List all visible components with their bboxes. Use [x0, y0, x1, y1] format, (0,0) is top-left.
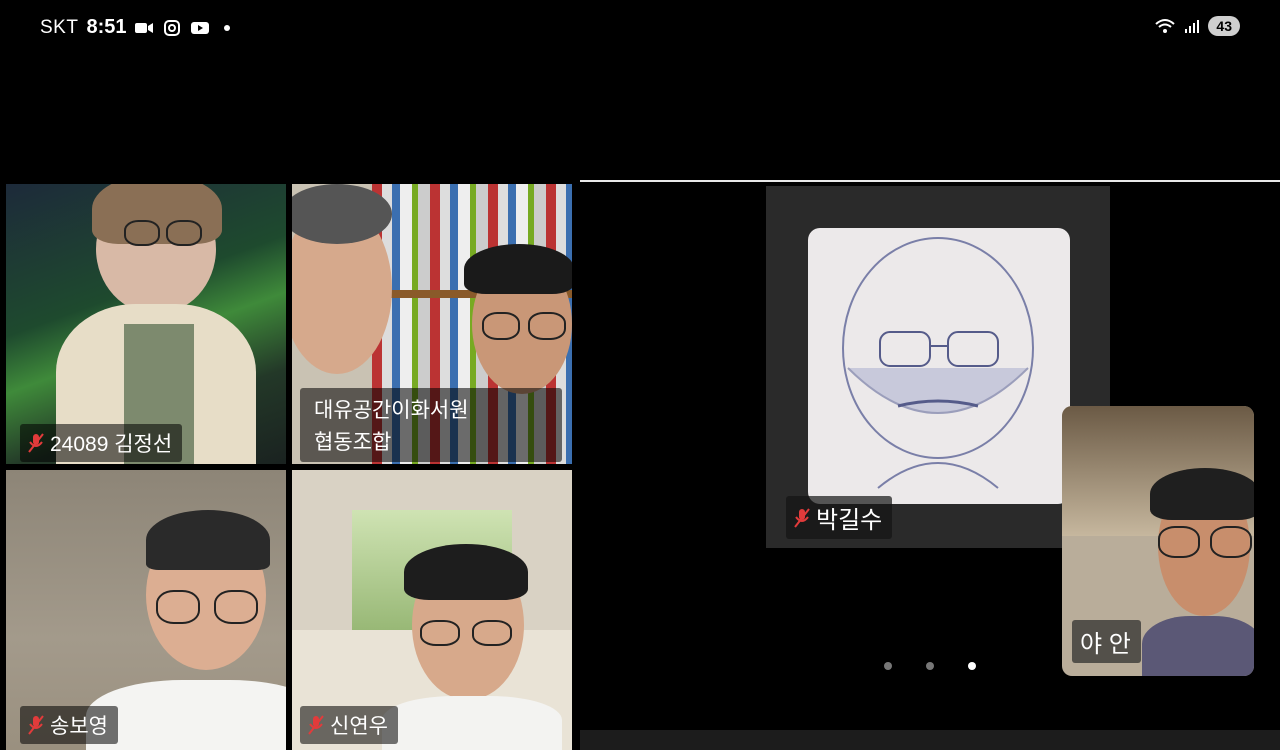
bottom-toolbar	[580, 730, 1280, 750]
participant-name: 송보영	[50, 715, 108, 738]
page-dot[interactable]	[884, 662, 892, 670]
battery-indicator: 43	[1208, 16, 1240, 36]
participant-tile[interactable]: 24089 김정선	[6, 184, 286, 464]
participant-name-tag: 송보영	[20, 706, 118, 744]
wifi-icon	[1155, 19, 1176, 33]
page-dot[interactable]	[926, 662, 934, 670]
participant-tile[interactable]: 대유공간이화서원 협동조합	[292, 184, 572, 464]
page-dot-active[interactable]	[968, 662, 976, 670]
self-name: 야 안	[1080, 631, 1131, 658]
pagination-dots[interactable]	[884, 662, 976, 670]
participant-name-tag: 대유공간이화서원 협동조합	[300, 388, 562, 462]
muted-mic-icon	[308, 715, 324, 735]
participant-tile[interactable]: 송보영	[6, 470, 286, 750]
participant-name-line1: 대유공간이화서원	[314, 399, 469, 422]
muted-mic-icon	[28, 433, 44, 453]
active-speaker-name: 박길수	[816, 507, 883, 534]
carrier-label: SKT	[40, 16, 79, 38]
video-call-icon	[135, 22, 154, 33]
muted-mic-icon	[28, 715, 44, 735]
self-view-tile[interactable]: 야 안	[1062, 406, 1254, 676]
clock: 8:51	[86, 16, 127, 38]
youtube-icon	[191, 21, 210, 34]
muted-mic-icon	[794, 507, 810, 528]
participant-name-tag: 신연우	[300, 706, 398, 744]
self-name-tag: 야 안	[1072, 620, 1141, 663]
instagram-icon	[164, 19, 181, 36]
participant-name-tag: 24089 김정선	[20, 424, 183, 462]
participant-tile[interactable]: 신연우	[292, 470, 572, 750]
signal-icon	[1185, 20, 1200, 33]
participant-name: 신연우	[330, 715, 388, 738]
status-bar: SKT 8:51 43	[0, 0, 1280, 56]
active-speaker-name-tag: 박길수	[786, 496, 893, 539]
notification-dot-icon	[224, 24, 231, 31]
participant-name: 24089 김정선	[50, 433, 173, 456]
panel-divider	[580, 180, 1280, 182]
profile-sketch-image	[808, 228, 1070, 504]
participant-name-line2: 협동조합	[314, 431, 392, 454]
